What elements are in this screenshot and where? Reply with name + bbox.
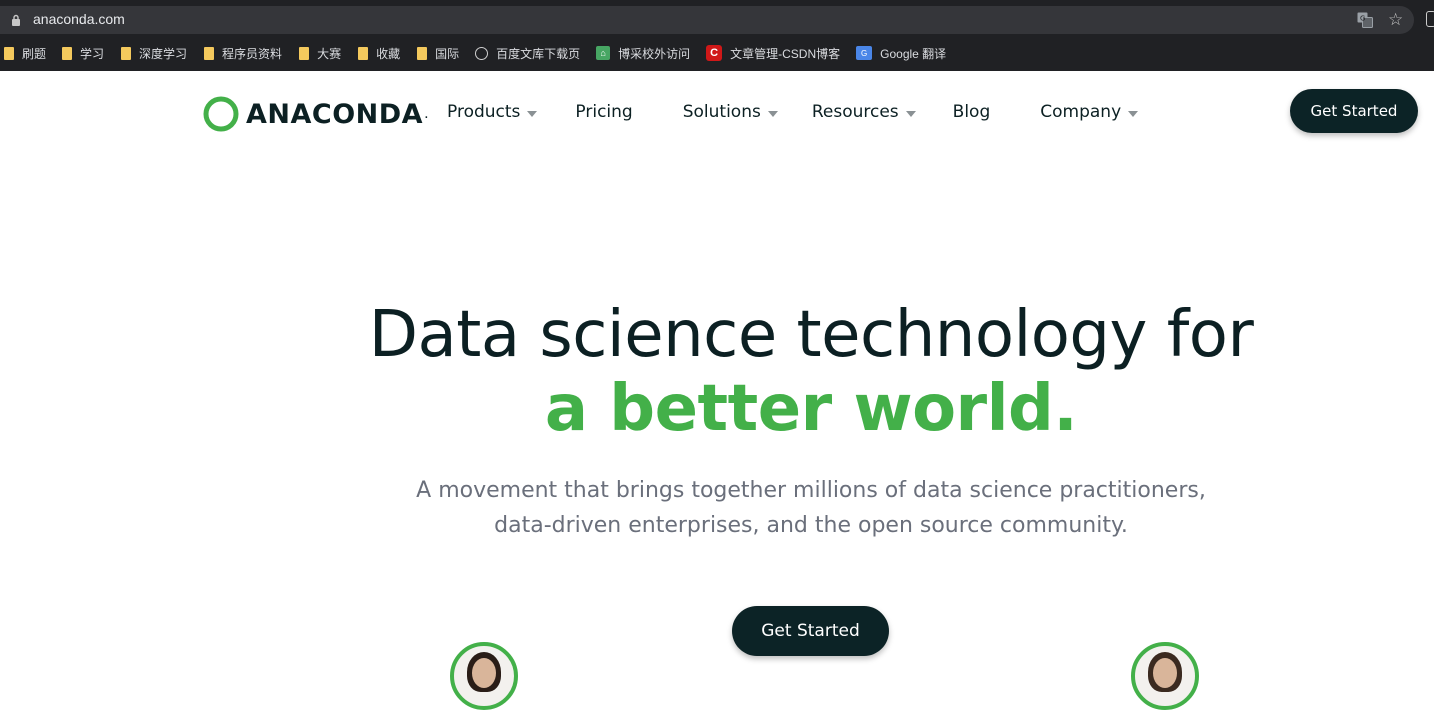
bookmark-label: Google 翻译	[880, 46, 947, 61]
nav-solutions[interactable]: Solutions	[683, 102, 778, 122]
address-bar[interactable]: anaconda.com G ☆	[0, 6, 1414, 34]
nav-label: Resources	[811, 102, 899, 122]
nav-label: Products	[447, 102, 521, 122]
hero-subtitle-line1: A movement that brings together millions…	[416, 478, 1206, 503]
folder-icon	[4, 46, 14, 60]
bookmark-label: 博采校外访问	[618, 46, 691, 61]
bookmark-item[interactable]: 深度学习	[121, 42, 187, 64]
bookmark-label: 百度文库下载页	[496, 46, 581, 61]
nav-pricing[interactable]: Pricing	[575, 102, 632, 122]
bookmark-label: 收藏	[376, 46, 401, 61]
nav-label: Pricing	[575, 102, 633, 122]
nav-label: Solutions	[682, 102, 761, 122]
extension-icon[interactable]	[1426, 11, 1434, 27]
bookmark-label: 刷题	[22, 46, 47, 61]
folder-icon	[358, 46, 369, 60]
hero-title-line2: a better world.	[544, 372, 1078, 446]
bookmark-item[interactable]: 学习	[62, 42, 104, 64]
hero-subtitle-line2: data-driven enterprises, and the open so…	[494, 513, 1128, 538]
url-text[interactable]: anaconda.com	[33, 11, 125, 27]
nav-company[interactable]: Company	[1040, 102, 1139, 122]
header-get-started-button[interactable]: Get Started	[1290, 89, 1418, 133]
avatar	[1131, 642, 1199, 710]
bookmarks-bar: 刷题 学习 深度学习 程序员资料 大赛 收藏 国际 百度文库下载页 ⌂ 博采校外…	[0, 42, 946, 64]
avatar-face	[1153, 658, 1177, 688]
anaconda-ring-icon	[203, 96, 239, 132]
translate-icon[interactable]: G	[1357, 12, 1373, 28]
bookmark-item[interactable]: 百度文库下载页	[475, 42, 580, 64]
bookmark-item[interactable]: 程序员资料	[204, 42, 282, 64]
google-translate-icon: G	[856, 46, 873, 60]
bookmark-item[interactable]: 收藏	[358, 42, 400, 64]
bookmark-label: 文章管理-CSDN博客	[730, 46, 841, 61]
bookmark-item[interactable]: 大赛	[299, 42, 341, 64]
nav-resources[interactable]: Resources	[812, 102, 916, 122]
svg-text:G: G	[1360, 15, 1365, 23]
bookmark-label: 大赛	[317, 46, 342, 61]
hero-title-line1: Data science technology for	[368, 298, 1254, 372]
caret-down-icon	[1128, 110, 1139, 117]
folder-icon	[62, 46, 73, 60]
avatar-face	[472, 658, 496, 688]
lock-icon	[12, 14, 20, 26]
folder-icon	[121, 46, 132, 60]
nav-products[interactable]: Products	[447, 102, 538, 122]
folder-icon	[417, 46, 428, 60]
browser-chrome: anaconda.com G ☆ 刷题 学习 深度学习 程序员资料 大赛 收藏 …	[0, 0, 1434, 71]
site-header: ANACONDA . Products Pricing Solutions Re…	[0, 71, 1434, 153]
bookmark-item[interactable]: G Google 翻译	[856, 42, 946, 64]
bookmark-item[interactable]: 刷题	[4, 42, 46, 64]
csdn-icon: C	[706, 45, 723, 61]
caret-down-icon	[767, 110, 778, 117]
folder-icon	[299, 46, 310, 60]
nav-blog[interactable]: Blog	[953, 102, 991, 122]
folder-icon	[204, 46, 215, 60]
bookmark-item[interactable]: 国际	[417, 42, 459, 64]
anaconda-logo[interactable]: ANACONDA .	[202, 95, 429, 133]
bookmark-label: 国际	[435, 46, 460, 61]
globe-icon	[475, 46, 489, 60]
avatar	[450, 642, 518, 710]
bookmark-green-icon: ⌂	[596, 46, 611, 60]
bookmark-item[interactable]: ⌂ 博采校外访问	[596, 42, 690, 64]
nav-label: Company	[1040, 102, 1122, 122]
bookmark-label: 学习	[80, 46, 105, 61]
bookmark-star-icon[interactable]: ☆	[1388, 10, 1403, 30]
bookmark-label: 程序员资料	[222, 46, 283, 61]
logo-text: ANACONDA	[246, 98, 424, 130]
nav-label: Blog	[952, 102, 991, 122]
caret-down-icon	[905, 110, 916, 117]
bookmark-item[interactable]: C 文章管理-CSDN博客	[706, 42, 840, 64]
main-nav: Products Pricing Solutions Resources Blo…	[447, 101, 1139, 123]
hero-get-started-button[interactable]: Get Started	[732, 606, 889, 656]
logo-dot: .	[424, 105, 429, 122]
bookmark-label: 深度学习	[139, 46, 188, 61]
caret-down-icon	[527, 110, 538, 117]
